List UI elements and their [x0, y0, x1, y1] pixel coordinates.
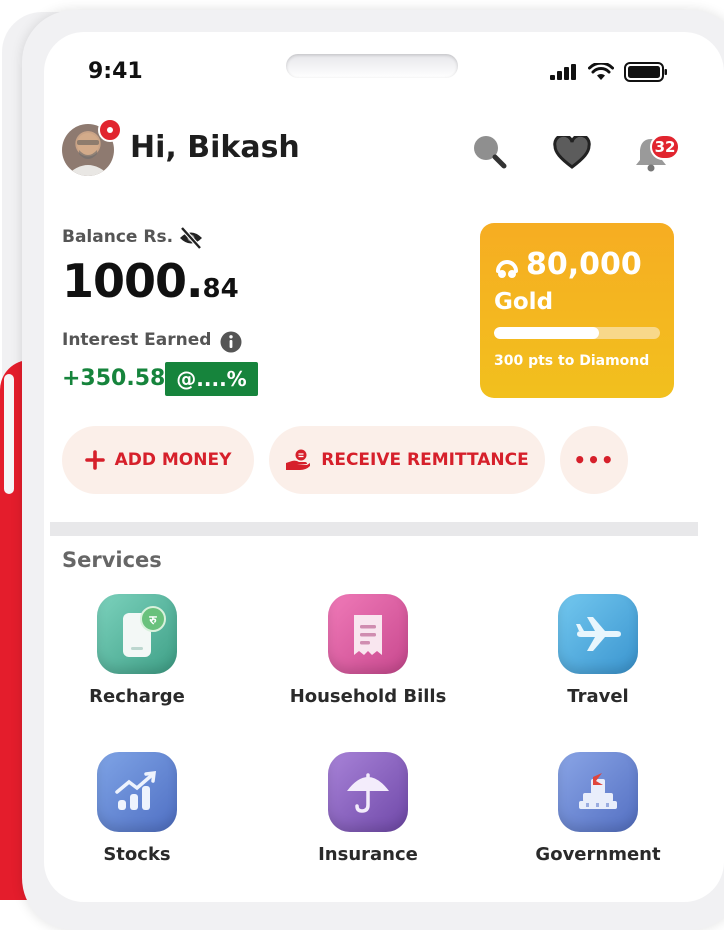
more-actions-button[interactable]: ••• [560, 426, 628, 494]
balance-amount: 1000.84 [62, 258, 239, 304]
plus-icon [84, 450, 105, 470]
umbrella-icon [328, 752, 408, 832]
bill-icon [328, 594, 408, 674]
receive-remittance-button[interactable]: RECEIVE REMITTANCE [269, 426, 545, 494]
battery-icon [624, 62, 667, 82]
wifi-icon [588, 63, 614, 80]
status-icons [550, 62, 668, 82]
stocks-chart-icon [97, 752, 177, 832]
service-label: Government [535, 844, 661, 865]
rewards-points: 80,000 [526, 247, 642, 282]
balance-label: Balance Rs. [62, 227, 174, 247]
notification-count-badge: 32 [650, 134, 680, 160]
services-title: Services [62, 548, 162, 572]
status-time: 9:41 [88, 59, 143, 84]
service-recharge[interactable]: रु Recharge [44, 594, 237, 707]
phone-recharge-icon: रु [97, 594, 177, 674]
hand-money-icon [286, 449, 311, 470]
cellular-signal-icon [550, 64, 576, 80]
interest-value: +350.58 [62, 366, 166, 391]
rewards-card[interactable]: 80,000 Gold 300 pts to Diamond [480, 223, 674, 398]
interest-rate-chip[interactable]: @....% [165, 362, 258, 396]
interest-label: Interest Earned [62, 330, 212, 350]
balance-amount-decimal: 84 [202, 274, 239, 304]
eye-off-icon [180, 226, 202, 250]
service-government[interactable]: Government [498, 752, 698, 865]
service-travel[interactable]: Travel [498, 594, 698, 707]
service-label: Insurance [318, 844, 418, 865]
rewards-coin-icon [496, 260, 518, 278]
service-label: Household Bills [289, 686, 447, 707]
rewards-progress-bar [494, 327, 660, 339]
add-money-button[interactable]: ADD MONEY [62, 426, 254, 494]
favorites-button[interactable] [552, 133, 592, 174]
app-screen: 9:41 Hi, Bikash 32 Balance Rs. 1000.84 I… [44, 32, 724, 902]
rewards-next-tier: 300 pts to Diamond [494, 353, 650, 369]
search-icon [474, 136, 507, 169]
interest-info-button[interactable] [220, 331, 242, 357]
section-divider [50, 522, 698, 536]
receive-remittance-label: RECEIVE REMITTANCE [321, 450, 529, 470]
more-dots-icon: ••• [573, 448, 615, 472]
greeting-text: Hi, Bikash [130, 130, 300, 165]
add-money-label: ADD MONEY [114, 450, 232, 470]
hide-balance-toggle[interactable] [178, 226, 204, 254]
avatar-status-dot [98, 118, 122, 142]
airplane-icon [558, 594, 638, 674]
service-stocks[interactable]: Stocks [44, 752, 237, 865]
rewards-tier: Gold [494, 289, 554, 315]
service-insurance[interactable]: Insurance [268, 752, 468, 865]
rewards-progress-fill [494, 327, 599, 339]
service-household-bills[interactable]: Household Bills [268, 594, 468, 707]
heart-icon [553, 133, 591, 169]
service-label: Travel [567, 686, 629, 707]
service-label: Recharge [89, 686, 185, 707]
rupee-badge-icon: रु [140, 606, 166, 632]
government-building-icon [558, 752, 638, 832]
dynamic-island [286, 54, 458, 78]
balance-amount-main: 1000. [62, 254, 204, 308]
service-label: Stocks [103, 844, 171, 865]
info-icon [220, 331, 242, 353]
search-button[interactable] [470, 132, 508, 174]
